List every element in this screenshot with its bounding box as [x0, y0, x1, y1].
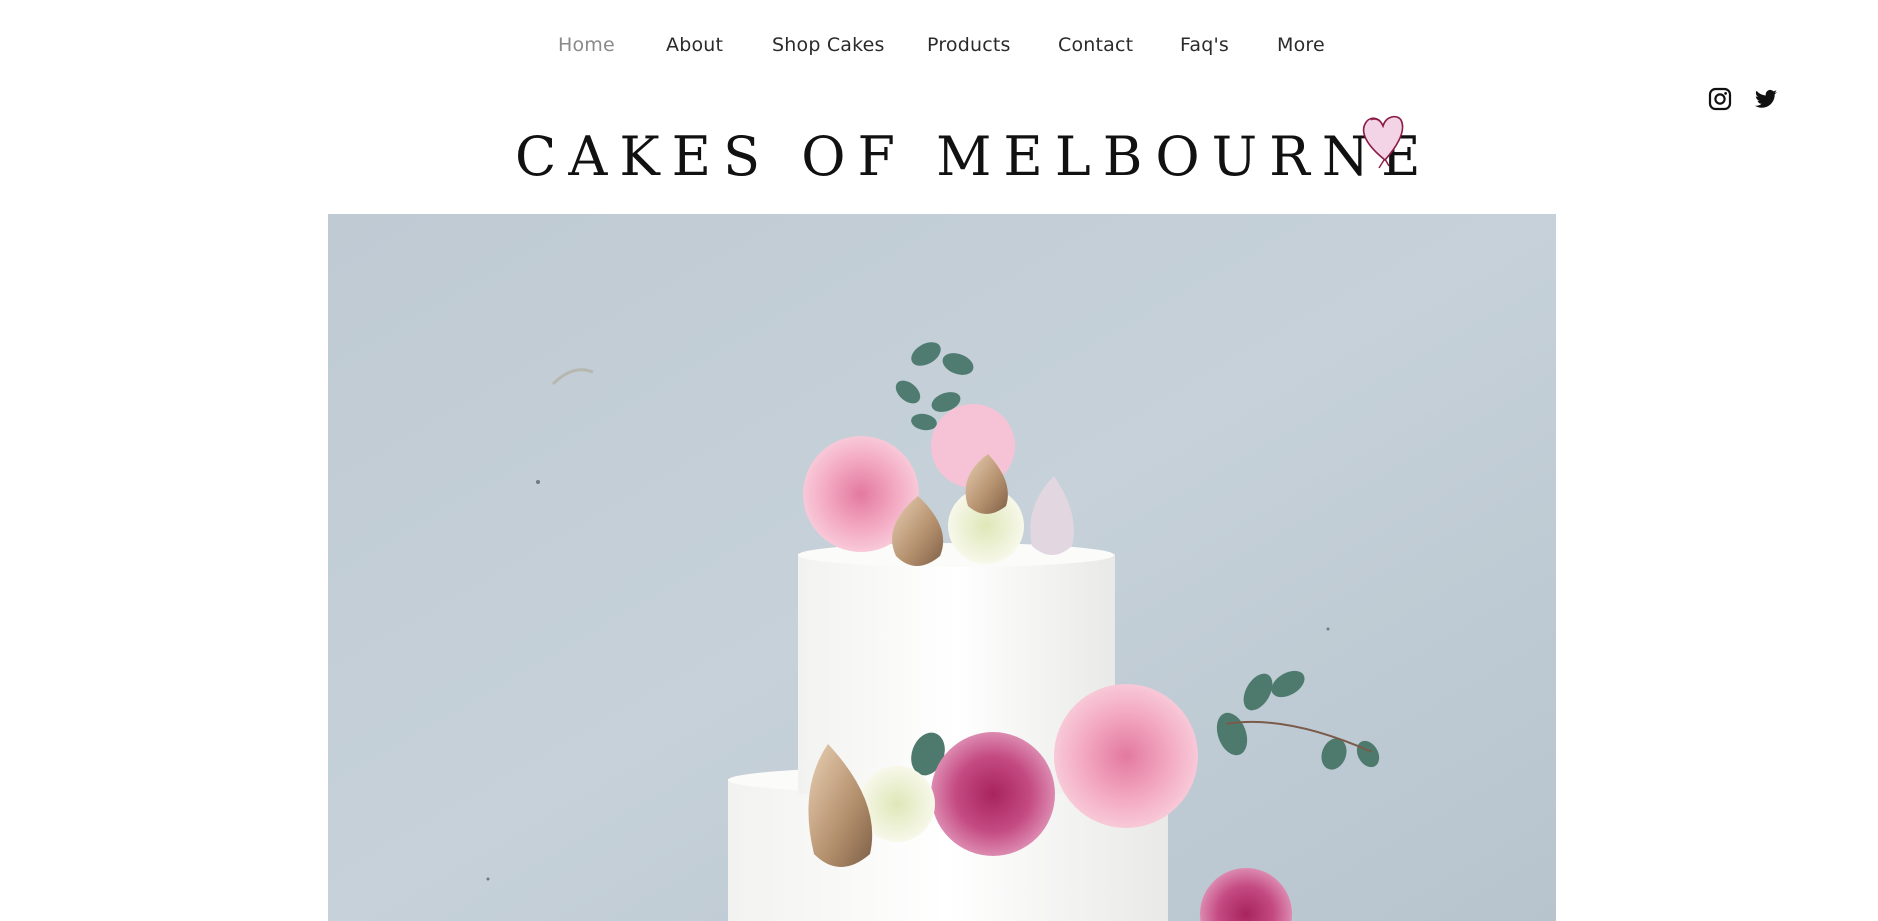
twitter-icon[interactable]: [1754, 87, 1778, 111]
nav-item-more[interactable]: More: [1277, 34, 1325, 56]
instagram-icon[interactable]: [1708, 87, 1732, 111]
site-logo[interactable]: CAKES OF MELBOURNE: [515, 115, 1421, 200]
nav-item-about[interactable]: About: [666, 34, 723, 56]
nav-item-home[interactable]: Home: [558, 34, 615, 56]
heart-icon: [1362, 115, 1404, 169]
site-title: CAKES OF MELBOURNE: [515, 125, 1433, 188]
hero-image: [328, 214, 1556, 921]
top-navigation: Home About Shop Cakes Products Contact F…: [0, 0, 1878, 90]
nav-item-products[interactable]: Products: [927, 34, 1011, 56]
nav-item-faqs[interactable]: Faq's: [1180, 34, 1229, 56]
nav-item-shop-cakes[interactable]: Shop Cakes: [772, 34, 885, 56]
nav-item-contact[interactable]: Contact: [1058, 34, 1133, 56]
